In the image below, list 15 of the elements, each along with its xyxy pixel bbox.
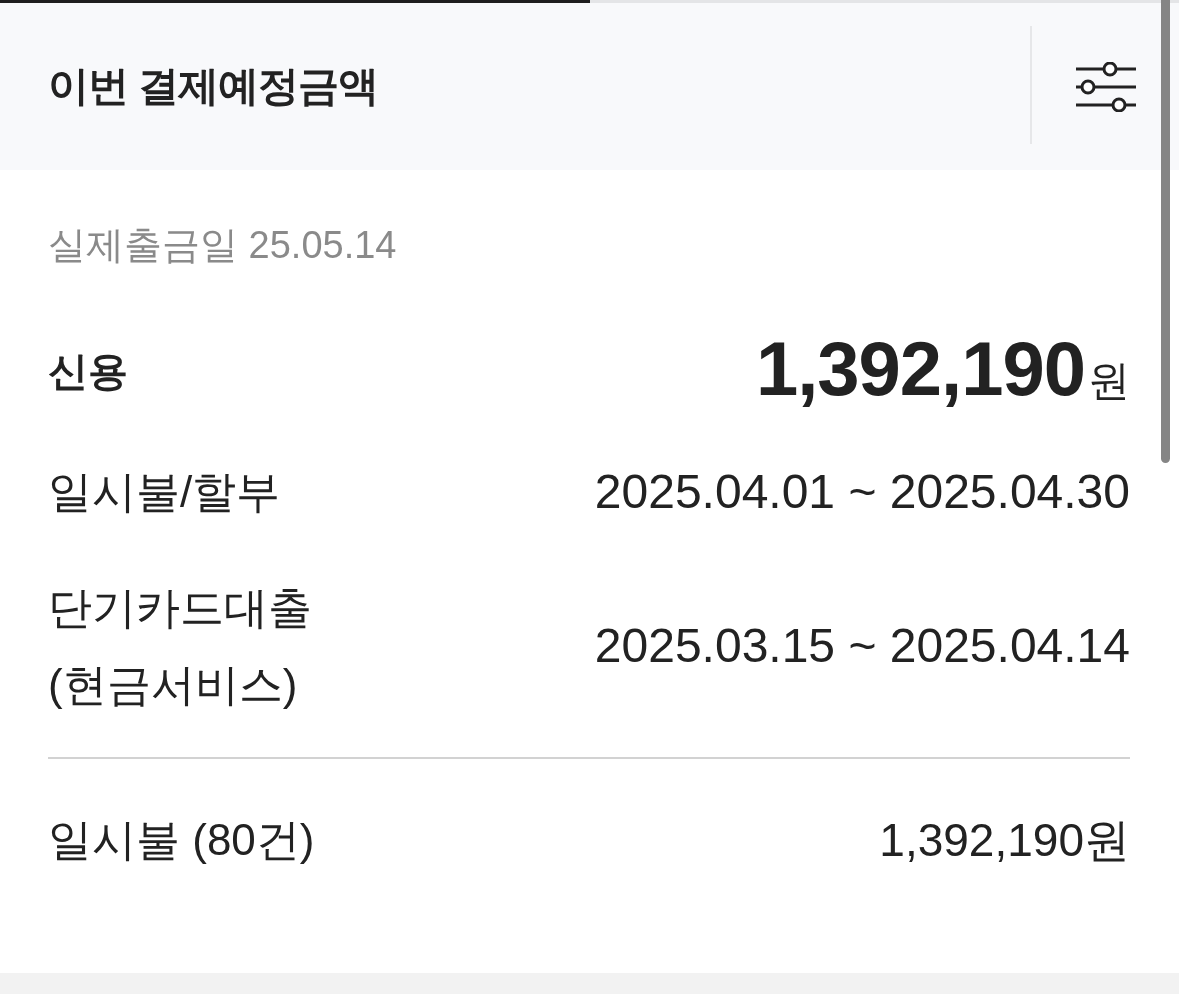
total-label: 신용 xyxy=(48,347,128,395)
section-title: 이번 결제예정금액 xyxy=(48,62,380,111)
filter-button[interactable] xyxy=(1075,61,1137,112)
sliders-icon xyxy=(1075,61,1137,112)
withdrawal-date: 실제출금일 25.05.14 xyxy=(48,223,397,268)
period-range: 2025.04.01 ~ 2025.04.30 xyxy=(594,463,1130,520)
period-label: 일시불/할부 xyxy=(48,466,281,518)
period-label: 단기카드대출 (현금서비스) xyxy=(48,582,312,711)
period-range: 2025.03.15 ~ 2025.04.14 xyxy=(594,618,1130,674)
breakdown-label: 일시불 (80건) xyxy=(48,814,315,866)
currency-unit: 원 xyxy=(1088,355,1130,406)
total-amount: 1,392,190 xyxy=(755,324,1085,412)
breakdown-amount: 1,392,190원 xyxy=(879,812,1130,868)
scrollbar[interactable] xyxy=(1161,0,1170,463)
tab-indicator[interactable] xyxy=(0,0,590,3)
